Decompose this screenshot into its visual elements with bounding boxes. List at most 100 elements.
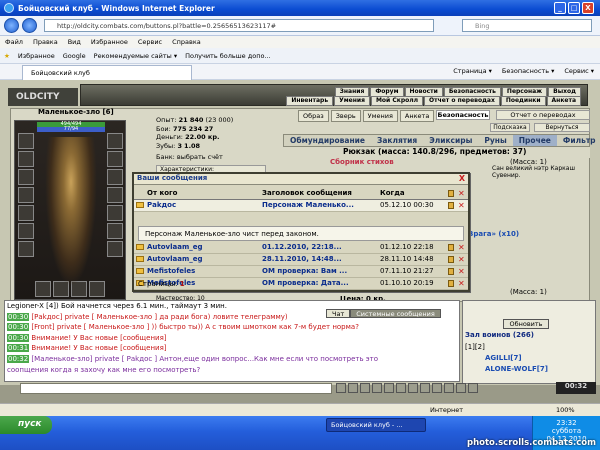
toolbar-icon[interactable]: [372, 383, 382, 393]
menu-favorites[interactable]: Избранное: [91, 38, 128, 46]
equipment-slot[interactable]: [18, 169, 34, 185]
page-link[interactable]: 1: [180, 280, 185, 288]
tab-filter[interactable]: Фильтр: [557, 135, 600, 146]
chat-time[interactable]: 00:30: [7, 333, 30, 342]
delete-icon[interactable]: ✕: [458, 242, 465, 253]
toolbar-icon[interactable]: [336, 383, 346, 393]
toolbar-icon[interactable]: [384, 383, 394, 393]
equipment-slot[interactable]: [18, 241, 34, 257]
delete-icon[interactable]: ✕: [458, 278, 465, 289]
transfer-report-button[interactable]: Отчет о переводах: [496, 110, 590, 120]
equipment-slot[interactable]: [107, 223, 123, 239]
menu-edit[interactable]: Правка: [33, 38, 58, 46]
tab-elixirs[interactable]: Эликсиры: [423, 135, 478, 146]
chat-time[interactable]: 00:31: [7, 344, 30, 353]
equipment-slot[interactable]: [18, 205, 34, 221]
menu-view[interactable]: Вид: [68, 38, 81, 46]
chat-time[interactable]: 00:32: [7, 354, 30, 363]
refresh-button[interactable]: Обновить: [503, 319, 549, 329]
safety-button[interactable]: Безопасность: [436, 110, 490, 120]
delete-icon[interactable]: ✕: [458, 188, 465, 199]
msg-subject[interactable]: ОМ проверка: Вам ...: [262, 266, 380, 277]
tab-combats[interactable]: Бойцовский клуб: [22, 65, 192, 80]
equipment-slot[interactable]: [18, 223, 34, 239]
table-row[interactable]: Раkдос Персонаж Маленько... 05.12.10 00:…: [134, 200, 468, 212]
msg-subject[interactable]: Персонаж Маленько...: [262, 200, 380, 211]
safety-menu[interactable]: Безопасность ▾: [502, 67, 554, 75]
player-link[interactable]: AGILLI[7]: [485, 354, 522, 362]
equipment-slot[interactable]: [18, 151, 34, 167]
minimize-button[interactable]: _: [554, 2, 566, 14]
msg-from[interactable]: Mefistofeles: [147, 266, 255, 277]
tools-menu[interactable]: Сервис ▾: [564, 67, 594, 75]
menu-tools[interactable]: Сервис: [138, 38, 162, 46]
equipment-slot[interactable]: [107, 169, 123, 185]
nav-scroll[interactable]: Мой Скролл: [370, 96, 424, 106]
toolbar-icon[interactable]: [408, 383, 418, 393]
equipment-slot[interactable]: [18, 187, 34, 203]
item-name[interactable]: Сборник стихов: [330, 158, 394, 166]
chat-input[interactable]: [20, 383, 332, 394]
search-input[interactable]: Bing: [462, 19, 592, 32]
chat-time[interactable]: 00:30: [7, 323, 30, 332]
tab-equipment[interactable]: Обмундирование: [284, 135, 371, 146]
page-menu[interactable]: Страница ▾: [453, 67, 492, 75]
tab-image[interactable]: Образ: [298, 110, 329, 122]
table-row[interactable]: Autovlaam_eg 01.12.2010, 22:18... 01.12.…: [134, 242, 468, 254]
tab-runes[interactable]: Руны: [478, 135, 512, 146]
back-arrow-icon[interactable]: [4, 18, 19, 33]
star-icon[interactable]: ★: [4, 52, 10, 60]
tab-pet[interactable]: Зверь: [330, 110, 361, 122]
player-link[interactable]: ALONE-WOLF[7]: [485, 365, 548, 373]
delete-icon[interactable]: ✕: [458, 254, 465, 265]
tab-other[interactable]: Прочее: [512, 135, 557, 146]
favorites-button[interactable]: Избранное: [18, 52, 55, 60]
fav-suggested[interactable]: Рекомендуемые сайты ▾: [94, 52, 177, 60]
fav-google[interactable]: Google: [63, 52, 86, 60]
nav-fights[interactable]: Поединки: [500, 96, 546, 106]
item-name[interactable]: Врага» (x10): [468, 230, 519, 238]
msg-subject[interactable]: ОМ проверка: Дата...: [262, 278, 380, 289]
msg-from[interactable]: Раkдос: [147, 200, 255, 211]
tab-skills[interactable]: Умения: [362, 110, 398, 122]
delete-icon[interactable]: ✕: [458, 200, 465, 211]
lock-icon[interactable]: [448, 280, 454, 287]
equipment-slot[interactable]: [107, 133, 123, 149]
close-icon[interactable]: X: [459, 174, 465, 184]
msg-subject[interactable]: 28.11.2010, 14:48...: [262, 254, 380, 265]
equipment-slot[interactable]: [107, 205, 123, 221]
back-button[interactable]: Вернуться: [534, 123, 590, 132]
bank-link[interactable]: Банк: выбрать счёт: [156, 153, 223, 161]
toolbar-icon[interactable]: [396, 383, 406, 393]
tab-system-messages[interactable]: Системные сообщения: [350, 309, 441, 318]
nav-skills[interactable]: Умения: [334, 96, 370, 106]
tab-spells[interactable]: Заклятия: [371, 135, 423, 146]
nav-transfer-report[interactable]: Отчет о переводах: [424, 96, 500, 106]
toolbar-icon[interactable]: [456, 383, 466, 393]
tab-chat[interactable]: Чат: [326, 309, 351, 318]
lock-icon[interactable]: [448, 256, 454, 263]
equipment-slot[interactable]: [107, 187, 123, 203]
toolbar-icon[interactable]: [420, 383, 430, 393]
delete-icon[interactable]: ✕: [458, 266, 465, 277]
toolbar-icon[interactable]: [348, 383, 358, 393]
hint-button[interactable]: Подсказка: [490, 123, 530, 132]
table-row[interactable]: Mefistofeles ОМ проверка: Вам ... 07.11.…: [134, 266, 468, 278]
nav-inventory[interactable]: Инвентарь: [286, 96, 334, 106]
nav-profile[interactable]: Анкета: [546, 96, 581, 106]
toolbar-icon[interactable]: [468, 383, 478, 393]
menu-help[interactable]: Справка: [172, 38, 201, 46]
close-window-button[interactable]: X: [582, 2, 594, 14]
table-row[interactable]: Autovlaam_eg 28.11.2010, 14:48... 28.11.…: [134, 254, 468, 266]
toolbar-icon[interactable]: [360, 383, 370, 393]
tab-profile[interactable]: Анкета: [399, 110, 435, 122]
equipment-slot[interactable]: [18, 133, 34, 149]
forward-arrow-icon[interactable]: [22, 18, 37, 33]
msg-from[interactable]: Autovlaam_eg: [147, 254, 255, 265]
toolbar-icon[interactable]: [432, 383, 442, 393]
maximize-button[interactable]: □: [568, 2, 580, 14]
zoom-level[interactable]: 100%: [556, 406, 575, 414]
equipment-slot[interactable]: [107, 241, 123, 257]
equipment-slot[interactable]: [107, 151, 123, 167]
msg-from[interactable]: Autovlaam_eg: [147, 242, 255, 253]
